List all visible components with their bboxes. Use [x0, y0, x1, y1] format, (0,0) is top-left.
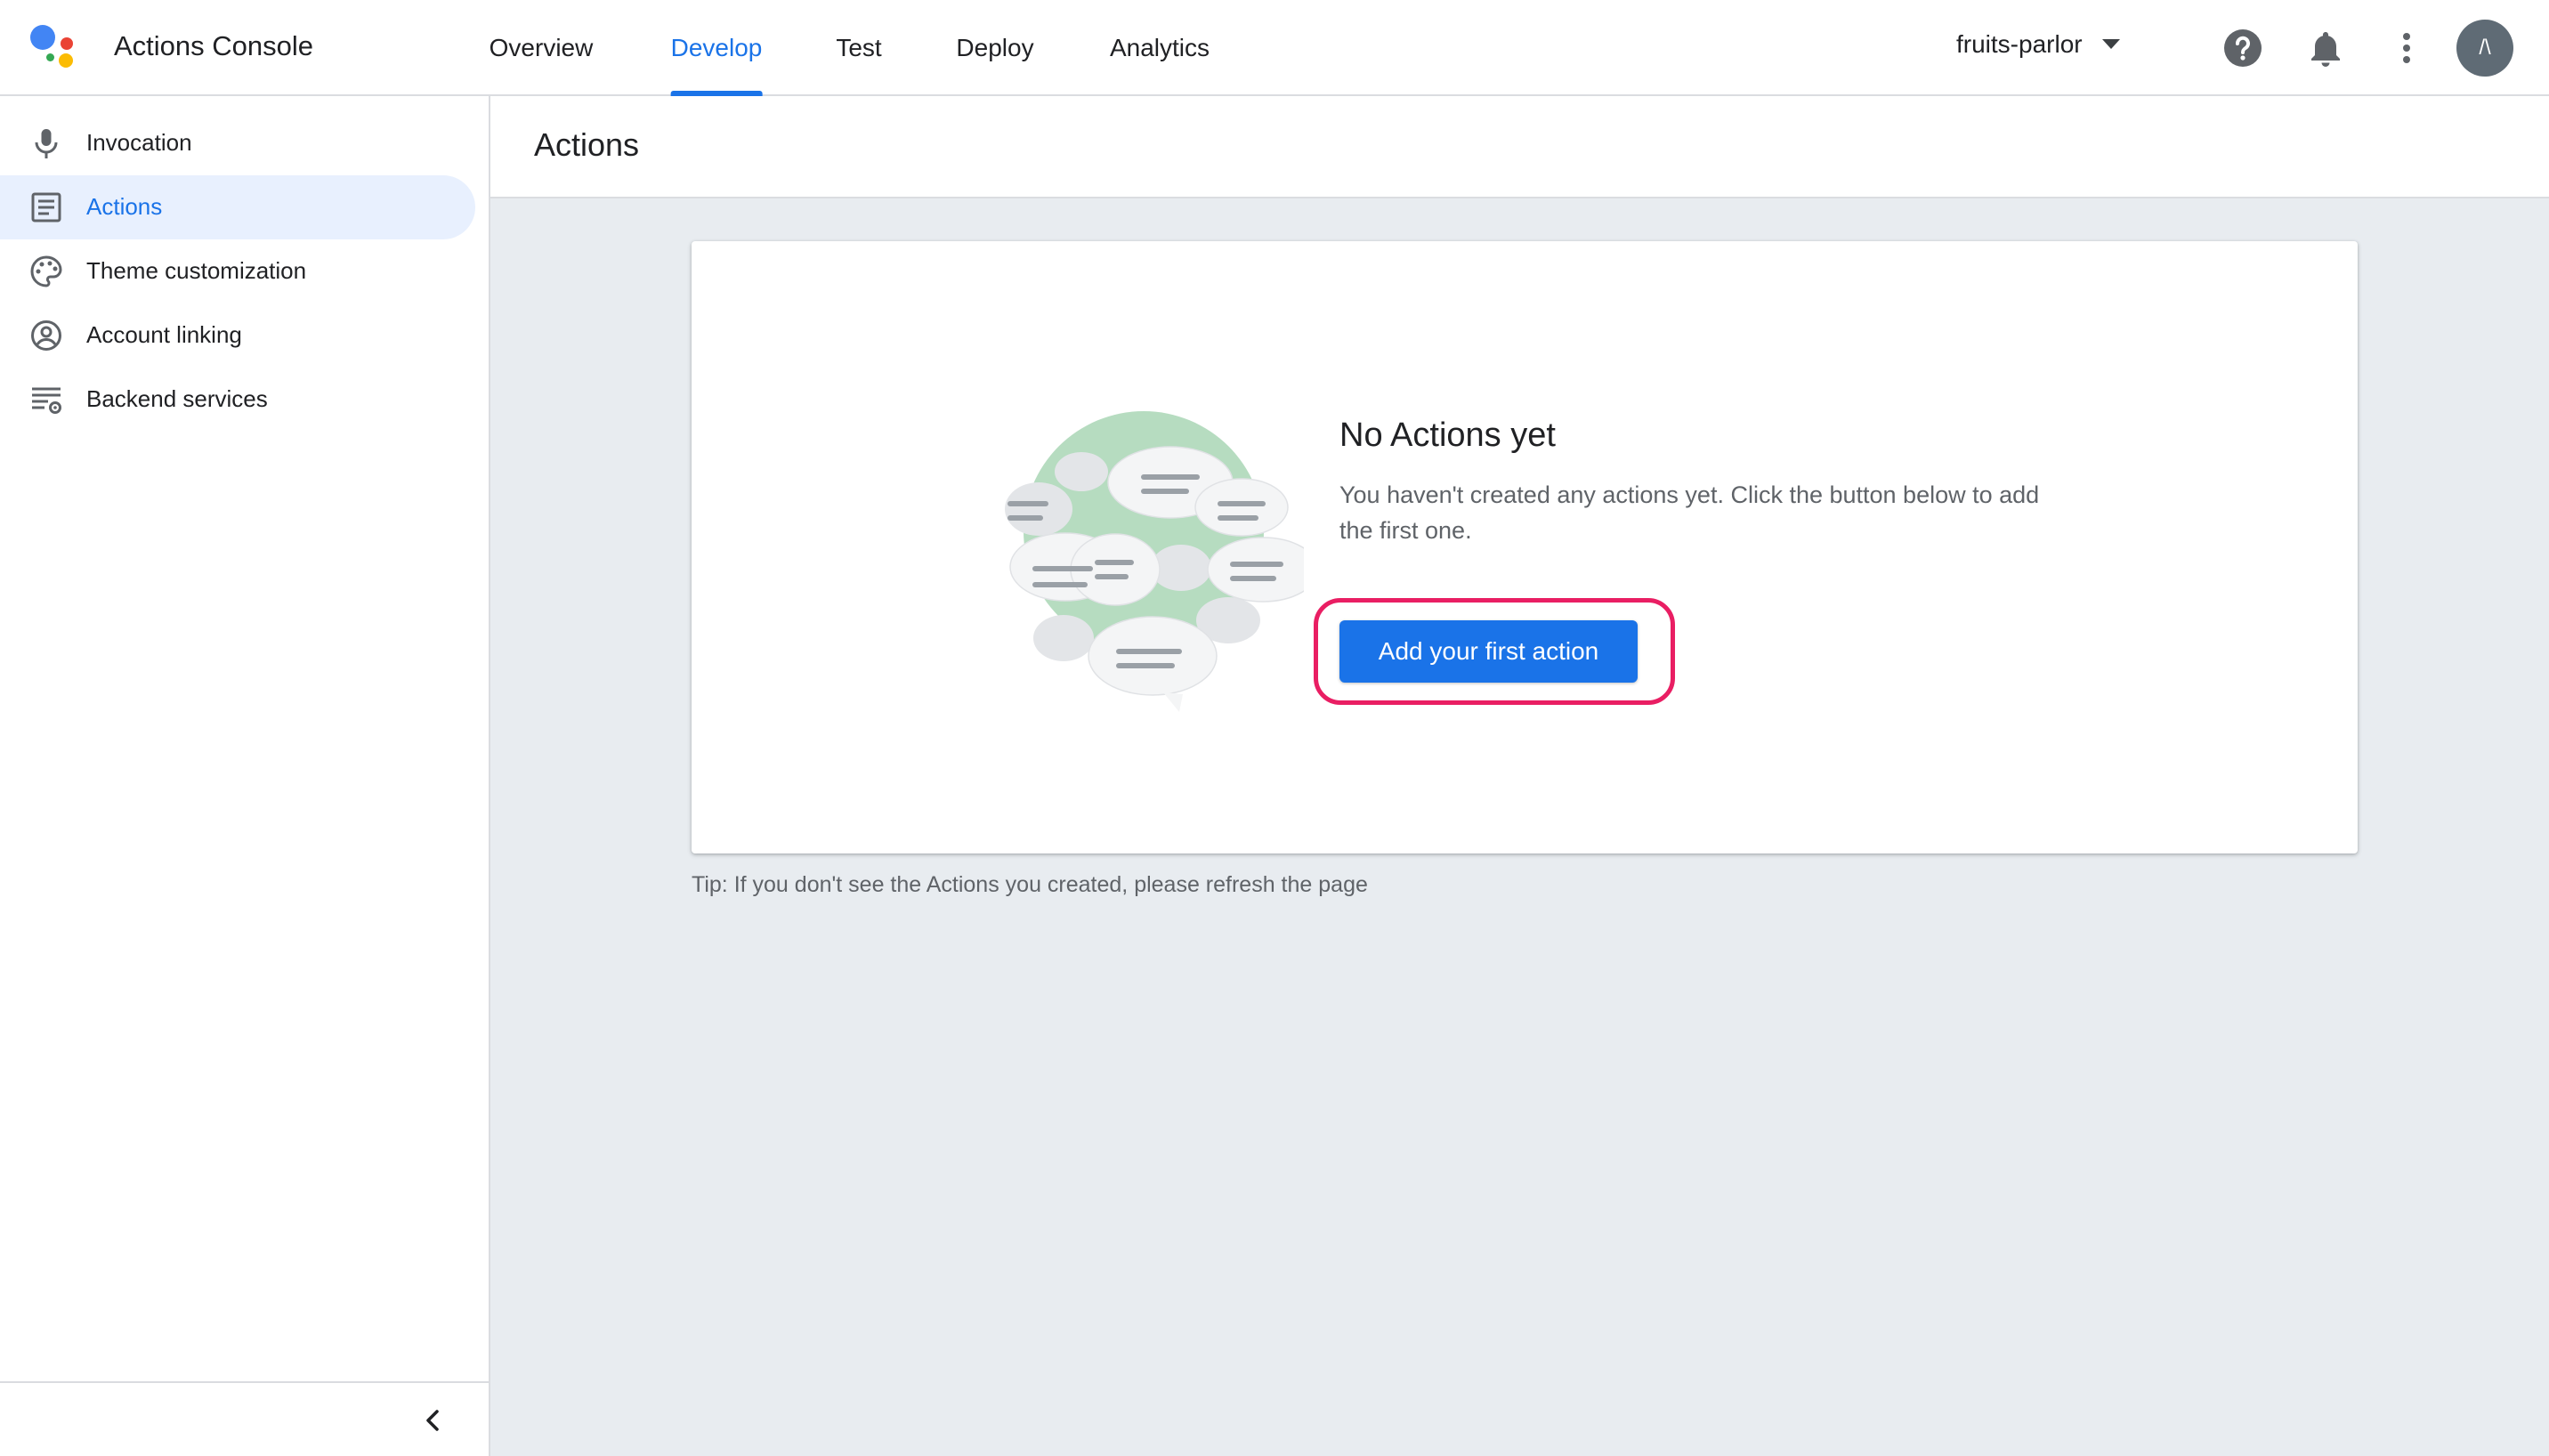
sidebar-item-invocation[interactable]: Invocation — [0, 111, 475, 175]
tab-deploy[interactable]: Deploy — [956, 0, 1033, 96]
microphone-icon — [28, 125, 64, 161]
add-first-action-button[interactable]: Add your first action — [1339, 620, 1638, 683]
tab-overview[interactable]: Overview — [490, 0, 594, 96]
page-header: Actions — [490, 96, 2549, 198]
app-title: Actions Console — [114, 30, 314, 61]
sidebar-footer — [0, 1381, 489, 1456]
dropdown-arrow-icon — [2101, 39, 2120, 50]
sidebar-item-label: Account linking — [86, 321, 242, 348]
sidebar-item-label: Backend services — [86, 385, 268, 412]
account-circle-icon — [28, 318, 64, 353]
list-icon — [28, 190, 64, 225]
tab-analytics[interactable]: Analytics — [1110, 0, 1210, 96]
more-vert-icon[interactable] — [2385, 27, 2428, 69]
settings-list-icon — [28, 382, 64, 417]
tab-develop[interactable]: Develop — [670, 0, 762, 96]
sidebar-item-actions[interactable]: Actions — [0, 175, 475, 239]
google-assistant-logo-icon — [30, 25, 78, 69]
project-selector[interactable]: fruits-parlor — [1956, 30, 2120, 59]
empty-state-description: You haven't created any actions yet. Cli… — [1339, 481, 2040, 544]
page-title: Actions — [534, 126, 640, 163]
project-name: fruits-parlor — [1956, 30, 2083, 58]
sidebar: Invocation Actions Theme customization A… — [0, 96, 490, 1456]
empty-state-title: No Actions yet — [1339, 417, 1556, 454]
top-app-bar: Actions Console Overview Develop Test De… — [0, 0, 2549, 96]
notifications-icon[interactable] — [2304, 27, 2347, 69]
sidebar-item-label: Invocation — [86, 129, 192, 156]
chat-bubbles-illustration — [975, 411, 1319, 714]
palette-icon — [28, 254, 64, 289]
help-icon[interactable] — [2221, 27, 2264, 69]
sidebar-item-theme-customization[interactable]: Theme customization — [0, 239, 475, 303]
sidebar-item-account-linking[interactable]: Account linking — [0, 303, 475, 368]
avatar[interactable]: /\ — [2456, 20, 2513, 77]
chevron-left-icon[interactable] — [415, 1403, 450, 1438]
sidebar-item-label: Theme customization — [86, 257, 307, 284]
refresh-tip: Tip: If you don't see the Actions you cr… — [692, 872, 1368, 897]
sidebar-item-backend-services[interactable]: Backend services — [0, 368, 475, 432]
sidebar-item-label: Actions — [86, 193, 163, 220]
tab-test[interactable]: Test — [836, 0, 881, 96]
